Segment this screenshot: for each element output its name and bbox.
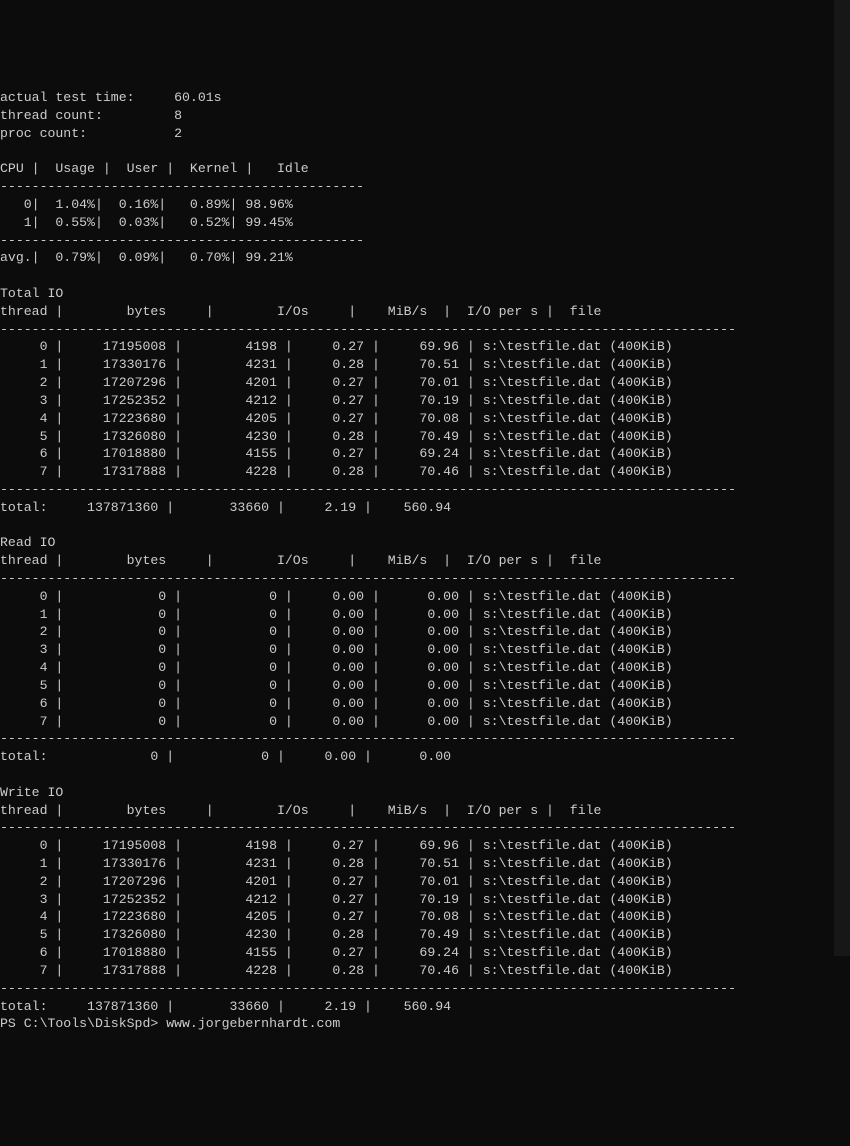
terminal-output: actual test time: 60.01s thread count: 8… [0,89,850,1039]
scrollbar[interactable] [834,0,850,956]
